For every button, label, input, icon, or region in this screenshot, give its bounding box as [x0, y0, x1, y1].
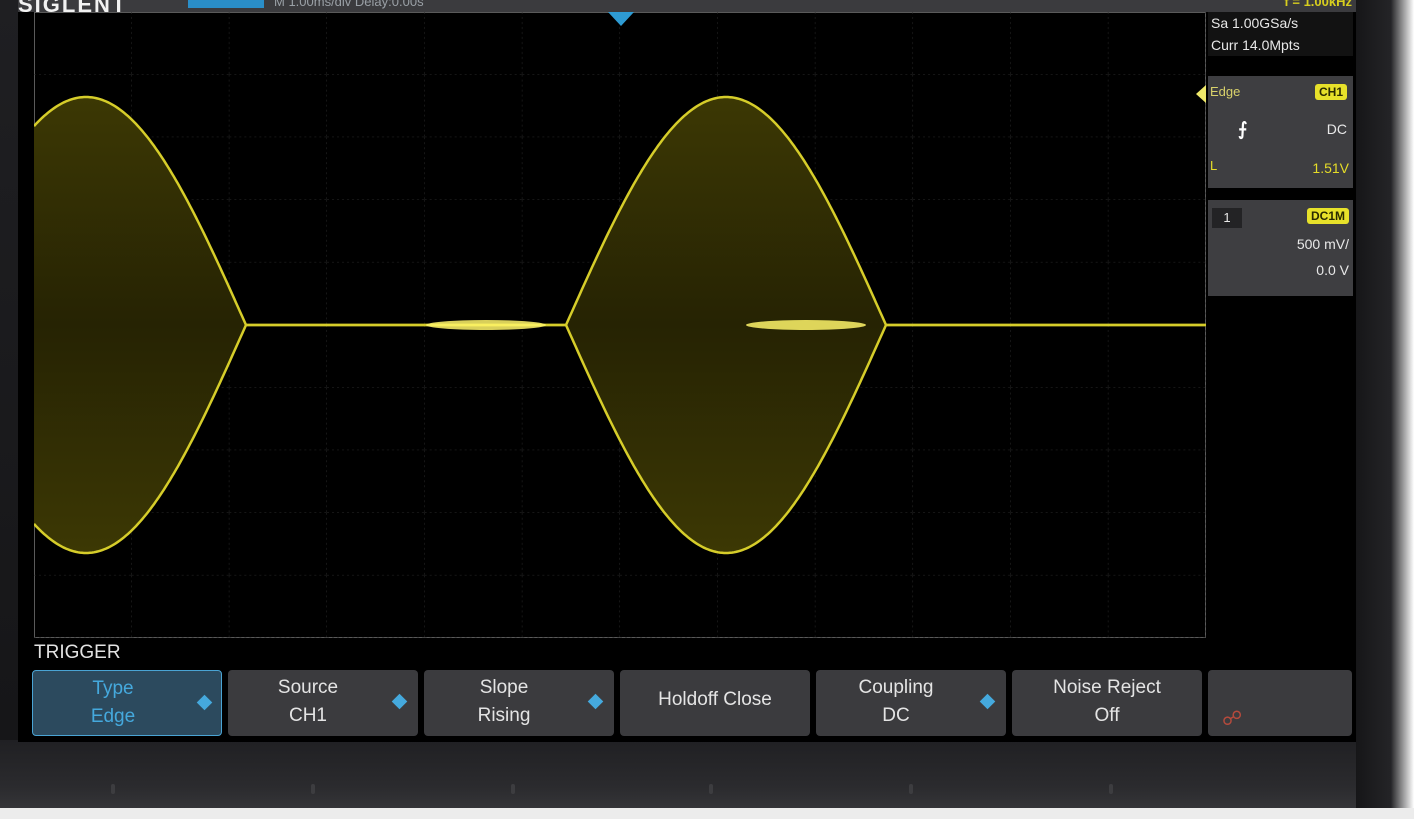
menu-item-label: Noise Reject	[1053, 677, 1161, 698]
menu-title: TRIGGER	[34, 642, 121, 663]
trigger-type-label: Edge	[1210, 84, 1241, 99]
menu-next-page-button[interactable]: ☍	[1208, 670, 1352, 736]
adjust-knob-icon	[979, 693, 996, 710]
vertical-offset: 0.0 V	[1316, 262, 1349, 278]
bezel-rim	[1356, 0, 1414, 819]
trigger-level-marker[interactable]	[1196, 85, 1206, 103]
envelope-node	[426, 320, 546, 330]
bezel-bottom-edge	[0, 808, 1414, 819]
channel1-info-box[interactable]: 1 DC1M 500 mV/ 0.0 V	[1208, 200, 1353, 296]
timebase-status: M 1.00ms/div Delay:0.00s	[274, 0, 424, 9]
softkey-5[interactable]	[900, 780, 922, 798]
info-side-panel: Sa 1.00GSa/s Curr 14.0Mpts Edge CH1 ⨍ DC…	[1196, 12, 1353, 642]
network-page-icon: ☍	[1222, 708, 1243, 730]
menu-item-value: Rising	[477, 705, 531, 726]
menu-holdoff-button[interactable]: Holdoff Close	[620, 670, 810, 736]
menu-item-value: CH1	[288, 705, 327, 726]
adjust-knob-icon	[391, 693, 408, 710]
softkey-4[interactable]	[700, 780, 722, 798]
menu-item-label: Holdoff Close	[658, 689, 772, 710]
status-bar: SIGLENT M 1.00ms/div Delay:0.00s f = 1.0…	[18, 0, 1356, 17]
envelope-node	[746, 320, 866, 330]
memory-depth: Curr 14.0Mpts	[1208, 34, 1353, 56]
menu-item-label: Slope	[479, 677, 529, 698]
menu-source-button[interactable]: Source CH1	[228, 670, 418, 736]
softkey-2[interactable]	[302, 780, 324, 798]
menu-item-value: Edge	[90, 706, 136, 727]
run-status-chip[interactable]	[188, 0, 264, 8]
adjust-knob-icon	[587, 693, 604, 710]
sample-rate: Sa 1.00GSa/s	[1208, 12, 1353, 34]
menu-slope-button[interactable]: Slope Rising	[424, 670, 614, 736]
menu-item-value: DC	[882, 705, 910, 726]
frequency-readout: f = 1.00kHz	[1284, 0, 1352, 9]
soft-menu-bar: Type Edge Source CH1 Slope Rising Holdof…	[32, 670, 1354, 736]
rising-edge-icon: ⨍	[1238, 119, 1248, 139]
trigger-coupling: DC	[1326, 121, 1347, 137]
waveform-display	[34, 12, 1206, 638]
menu-item-value: Off	[1094, 705, 1120, 726]
trigger-source-badge: CH1	[1314, 84, 1347, 100]
menu-coupling-button[interactable]: Coupling DC	[816, 670, 1006, 736]
menu-type-button[interactable]: Type Edge	[32, 670, 222, 736]
softkey-6[interactable]	[1100, 780, 1122, 798]
softkey-3[interactable]	[502, 780, 524, 798]
menu-item-label: Type	[92, 678, 134, 699]
softkey-1[interactable]	[102, 780, 124, 798]
menu-item-label: Source	[277, 677, 339, 698]
channel-coupling-badge: DC1M	[1306, 208, 1349, 224]
adjust-knob-icon	[196, 694, 213, 711]
channel-number: 1	[1212, 208, 1242, 228]
channel-offset-marker[interactable]: 1	[18, 318, 22, 332]
scope-screen: SIGLENT M 1.00ms/div Delay:0.00s f = 1.0…	[18, 0, 1356, 742]
trigger-level-icon: L	[1210, 158, 1218, 173]
menu-item-label: Coupling	[858, 677, 934, 698]
trigger-info-box[interactable]: Edge CH1 ⨍ DC L 1.51V	[1208, 76, 1353, 188]
menu-noise-reject-button[interactable]: Noise Reject Off	[1012, 670, 1202, 736]
trigger-position-marker[interactable]	[608, 12, 634, 26]
vertical-scale: 500 mV/	[1296, 236, 1349, 252]
trigger-level: 1.51V	[1312, 160, 1349, 176]
